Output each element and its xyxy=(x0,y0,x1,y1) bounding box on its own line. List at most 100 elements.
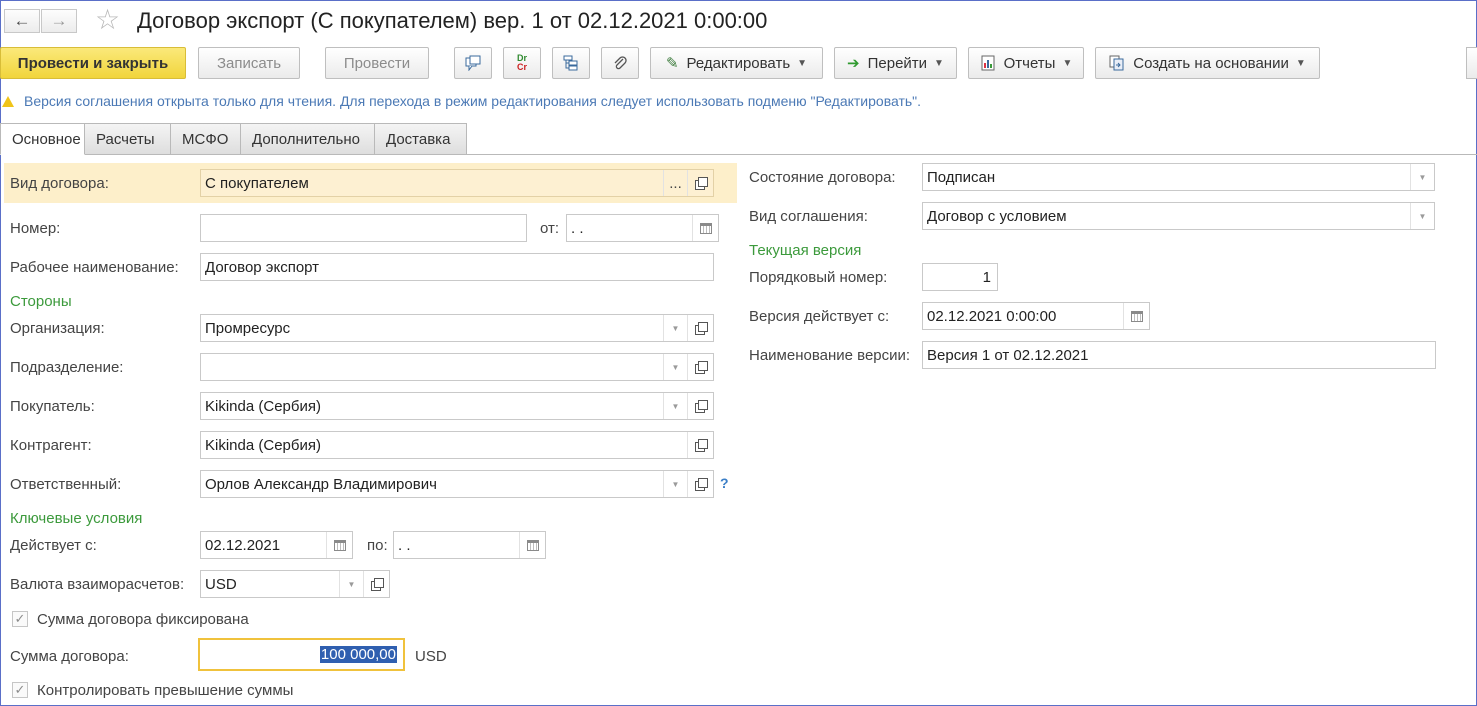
sequence-number-field[interactable]: 1 xyxy=(922,263,998,291)
dropdown-icon[interactable]: ▼ xyxy=(663,315,687,341)
version-name-field[interactable]: Версия 1 от 02.12.2021 xyxy=(922,341,1436,369)
chevron-down-icon: ▼ xyxy=(1062,57,1073,69)
open-icon[interactable] xyxy=(687,354,713,380)
agreement-type-label: Вид соглашения: xyxy=(749,208,868,225)
contract-state-field[interactable]: Подписан ▼ xyxy=(922,163,1435,191)
dropdown-icon[interactable]: ▼ xyxy=(663,393,687,419)
checkmark-icon: ✓ xyxy=(14,682,26,697)
checkmark-icon: ✓ xyxy=(14,611,26,626)
dropdown-icon[interactable]: ▼ xyxy=(1410,203,1434,229)
create-based-on-label: Создать на основании xyxy=(1133,54,1289,72)
number-date-field[interactable]: . . xyxy=(566,214,719,242)
select-dots-icon[interactable]: ... xyxy=(663,170,687,196)
buyer-field[interactable]: Kikinda (Сербия) ▼ xyxy=(200,392,714,420)
number-date-value: . . xyxy=(571,219,584,237)
valid-to-value: . . xyxy=(398,536,411,554)
tab-bar: Основное Расчеты МСФО Дополнительно Дост… xyxy=(0,123,467,155)
pencil-icon: ✎ xyxy=(665,55,679,72)
contract-state-label: Состояние договора: xyxy=(749,169,896,186)
contract-type-field[interactable]: С покупателем ... xyxy=(200,169,714,197)
open-icon[interactable] xyxy=(687,315,713,341)
current-version-group-heading: Текущая версия xyxy=(749,242,862,259)
tab-additional[interactable]: Дополнительно xyxy=(241,123,375,155)
dropdown-icon[interactable]: ▼ xyxy=(339,571,363,597)
contract-sum-field[interactable]: 100 000,00 xyxy=(198,638,405,671)
report-icon xyxy=(981,55,995,71)
open-icon[interactable] xyxy=(687,471,713,497)
version-valid-from-value: 02.12.2021 0:00:00 xyxy=(927,307,1057,325)
fixed-sum-checkbox[interactable]: ✓ xyxy=(12,611,28,627)
related-docs-button[interactable] xyxy=(454,47,492,79)
fixed-sum-label: Сумма договора фиксирована xyxy=(37,611,249,628)
sequence-number-label: Порядковый номер: xyxy=(749,269,888,286)
dr-cr-icon: Dr Cr xyxy=(516,53,527,72)
more-actions-button[interactable] xyxy=(1466,47,1477,79)
buyer-value: Kikinda (Сербия) xyxy=(205,397,321,415)
reports-menu-button[interactable]: Отчеты ▼ xyxy=(968,47,1084,79)
number-field[interactable] xyxy=(200,214,527,242)
tab-main[interactable]: Основное xyxy=(0,123,85,155)
organization-value: Промресурс xyxy=(205,319,291,337)
responsible-field[interactable]: Орлов Александр Владимирович ▼ xyxy=(200,470,714,498)
post-and-close-button[interactable]: Провести и закрыть xyxy=(0,47,186,79)
parties-group-heading: Стороны xyxy=(10,293,72,310)
contract-sum-label: Сумма договора: xyxy=(10,648,129,665)
page-title: Договор экспорт (С покупателем) вер. 1 о… xyxy=(137,8,768,33)
attachments-button[interactable] xyxy=(601,47,639,79)
tab-delivery[interactable]: Доставка xyxy=(375,123,467,155)
documents-chat-icon xyxy=(465,55,481,71)
counterparty-field[interactable]: Kikinda (Сербия) xyxy=(200,431,714,459)
open-icon[interactable] xyxy=(687,393,713,419)
counterparty-label: Контрагент: xyxy=(10,437,92,454)
agreement-type-field[interactable]: Договор с условием ▼ xyxy=(922,202,1435,230)
dropdown-icon[interactable]: ▼ xyxy=(663,354,687,380)
create-based-on-menu-button[interactable]: Создать на основании ▼ xyxy=(1095,47,1320,79)
tab-settlements[interactable]: Расчеты xyxy=(85,123,171,155)
favorite-star-icon[interactable]: ☆ xyxy=(95,6,120,34)
chevron-down-icon: ▼ xyxy=(797,57,808,69)
control-excess-label: Контролировать превышение суммы xyxy=(37,682,294,699)
work-name-field[interactable]: Договор экспорт xyxy=(200,253,714,281)
paperclip-icon xyxy=(614,56,627,70)
edit-menu-button[interactable]: ✎ Редактировать ▼ xyxy=(650,47,823,79)
warning-icon xyxy=(2,96,14,107)
department-field[interactable]: ▼ xyxy=(200,353,714,381)
calendar-icon[interactable] xyxy=(326,532,352,558)
agreement-type-value: Договор с условием xyxy=(927,207,1067,225)
open-icon[interactable] xyxy=(687,170,713,196)
organization-field[interactable]: Промресурс ▼ xyxy=(200,314,714,342)
dr-cr-button[interactable]: Dr Cr xyxy=(503,47,541,79)
dropdown-icon[interactable]: ▼ xyxy=(663,471,687,497)
help-question-icon[interactable]: ? xyxy=(720,475,729,491)
goto-menu-label: Перейти xyxy=(867,54,928,72)
dropdown-icon[interactable]: ▼ xyxy=(1410,164,1434,190)
open-icon[interactable] xyxy=(363,571,389,597)
counterparty-value: Kikinda (Сербия) xyxy=(205,436,321,454)
tab-divider xyxy=(466,154,1477,155)
forward-button[interactable]: → xyxy=(41,9,77,33)
tab-ifrs[interactable]: МСФО xyxy=(171,123,241,155)
chevron-down-icon: ▼ xyxy=(934,57,944,69)
calendar-icon[interactable] xyxy=(1123,303,1149,329)
contract-type-label: Вид договора: xyxy=(10,175,109,192)
edit-menu-label: Редактировать xyxy=(686,54,791,72)
valid-from-field[interactable]: 02.12.2021 xyxy=(200,531,353,559)
calendar-icon[interactable] xyxy=(519,532,545,558)
calendar-icon[interactable] xyxy=(692,215,718,241)
back-button[interactable]: ← xyxy=(4,9,40,33)
currency-value: USD xyxy=(205,575,237,593)
structure-button[interactable] xyxy=(552,47,590,79)
save-button[interactable]: Записать xyxy=(198,47,300,79)
responsible-label: Ответственный: xyxy=(10,476,122,493)
control-excess-checkbox[interactable]: ✓ xyxy=(12,682,28,698)
goto-menu-button[interactable]: ➔ Перейти ▼ xyxy=(834,47,957,79)
open-icon[interactable] xyxy=(687,432,713,458)
work-name-label: Рабочее наименование: xyxy=(10,259,179,276)
valid-to-field[interactable]: . . xyxy=(393,531,546,559)
post-button[interactable]: Провести xyxy=(325,47,429,79)
valid-from-label: Действует с: xyxy=(10,537,97,554)
currency-field[interactable]: USD ▼ xyxy=(200,570,390,598)
version-valid-from-field[interactable]: 02.12.2021 0:00:00 xyxy=(922,302,1150,330)
readonly-info-message: Версия соглашения открыта только для чте… xyxy=(0,93,921,109)
version-valid-from-label: Версия действует с: xyxy=(749,308,890,325)
